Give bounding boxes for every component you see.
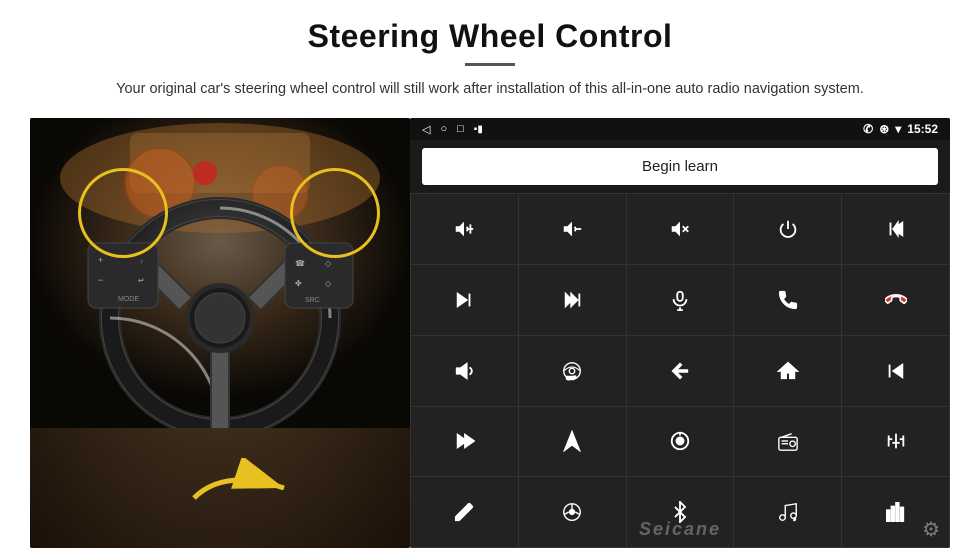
android-screen: ◁ ○ □ ▪▮ ✆ ⊛ ▾ 15:52 Begin learn <box>410 118 950 548</box>
steering-btn[interactable] <box>519 477 626 547</box>
controls-grid: 360° <box>410 193 950 548</box>
fast-fwd-icon <box>453 430 475 452</box>
vol-mute-button[interactable] <box>627 194 734 264</box>
vol-mute-icon <box>669 218 691 240</box>
highlight-circle-left <box>78 168 168 258</box>
status-bar: ◁ ○ □ ▪▮ ✆ ⊛ ▾ 15:52 <box>410 118 950 140</box>
mic-icon <box>669 289 691 311</box>
vol-up-button[interactable] <box>411 194 518 264</box>
pen-button[interactable] <box>411 477 518 547</box>
svg-text:−: − <box>98 275 103 285</box>
navigate-button[interactable] <box>519 407 626 477</box>
prev-track2-button[interactable] <box>842 336 949 406</box>
seek-fwd-icon <box>561 289 583 311</box>
status-nav: ◁ ○ □ ▪▮ <box>422 123 483 136</box>
radio-icon <box>777 430 799 452</box>
vol-down-icon <box>561 218 583 240</box>
svg-text:✤: ✤ <box>295 279 302 288</box>
svg-text:◇: ◇ <box>325 279 332 288</box>
photo-bg: + ♪ − ↵ MODE ☎ ◇ ✤ ◇ SRC <box>30 118 410 548</box>
next-track-button[interactable] <box>411 265 518 335</box>
page: Steering Wheel Control Your original car… <box>0 0 980 548</box>
svg-text:♪: ♪ <box>140 258 144 265</box>
android-panel: ◁ ○ □ ▪▮ ✆ ⊛ ▾ 15:52 Begin learn <box>410 118 950 548</box>
steering-control-icon <box>561 501 583 523</box>
page-title: Steering Wheel Control <box>308 18 673 55</box>
eq-icon <box>885 430 907 452</box>
location-icon: ⊛ <box>879 122 889 136</box>
prev-track-button[interactable] <box>842 194 949 264</box>
music-icon: ♪ <box>777 501 799 523</box>
svg-text:☎: ☎ <box>295 259 305 268</box>
power-button[interactable] <box>734 194 841 264</box>
hang-up-icon <box>885 289 907 311</box>
vol-down-button[interactable] <box>519 194 626 264</box>
horn-icon <box>453 360 475 382</box>
music-button[interactable]: ♪ <box>734 477 841 547</box>
clock: 15:52 <box>907 122 938 136</box>
wifi-icon: ▾ <box>895 122 901 136</box>
navigate-icon <box>561 430 583 452</box>
svg-text:MODE: MODE <box>118 296 139 303</box>
svg-text:◇: ◇ <box>325 259 332 268</box>
fast-fwd-button[interactable] <box>411 407 518 477</box>
svg-text:SRC: SRC <box>305 297 320 304</box>
eq-button[interactable] <box>842 407 949 477</box>
spectrum-icon <box>885 501 907 523</box>
title-divider <box>465 63 515 66</box>
nav-back-icon[interactable]: ◁ <box>422 123 430 136</box>
power-icon <box>777 218 799 240</box>
svg-text:↵: ↵ <box>138 276 145 285</box>
bluetooth-icon <box>669 501 691 523</box>
cam360-icon: 360° <box>561 360 583 382</box>
nav-home-icon[interactable]: ○ <box>440 123 447 135</box>
phone-icon: ✆ <box>863 122 873 136</box>
begin-learn-button[interactable]: Begin learn <box>422 148 938 185</box>
next-track-icon <box>453 289 475 311</box>
begin-learn-row: Begin learn <box>410 140 950 193</box>
home-button[interactable] <box>734 336 841 406</box>
highlight-circle-right <box>290 168 380 258</box>
home-icon <box>777 360 799 382</box>
settings-gear-icon[interactable]: ⚙ <box>922 517 940 542</box>
radio-button[interactable] <box>734 407 841 477</box>
source-icon <box>669 430 691 452</box>
content-row: + ♪ − ↵ MODE ☎ ◇ ✤ ◇ SRC <box>30 118 950 548</box>
pen-icon <box>453 501 475 523</box>
source-button[interactable] <box>627 407 734 477</box>
svg-text:♪: ♪ <box>793 516 795 521</box>
nav-recents-icon[interactable]: □ <box>457 123 464 135</box>
back-button[interactable] <box>627 336 734 406</box>
cam360-button[interactable]: 360° <box>519 336 626 406</box>
bluetooth-button[interactable] <box>627 477 734 547</box>
arrow-icon <box>184 458 304 518</box>
phone-call-icon <box>777 289 799 311</box>
mic-button[interactable] <box>627 265 734 335</box>
prev-track-icon <box>885 218 907 240</box>
prev-track2-icon <box>885 360 907 382</box>
photo-panel: + ♪ − ↵ MODE ☎ ◇ ✤ ◇ SRC <box>30 118 410 548</box>
status-indicators: ✆ ⊛ ▾ 15:52 <box>863 122 938 136</box>
horn-button[interactable] <box>411 336 518 406</box>
svg-text:360°: 360° <box>567 375 577 380</box>
svg-text:+: + <box>98 255 103 265</box>
seek-fwd-button[interactable] <box>519 265 626 335</box>
back-icon <box>669 360 691 382</box>
subtitle: Your original car's steering wheel contr… <box>116 78 864 100</box>
vol-up-icon <box>453 218 475 240</box>
hang-up-button[interactable] <box>842 265 949 335</box>
signal-bars-icon: ▪▮ <box>474 124 483 135</box>
phone-call-button[interactable] <box>734 265 841 335</box>
